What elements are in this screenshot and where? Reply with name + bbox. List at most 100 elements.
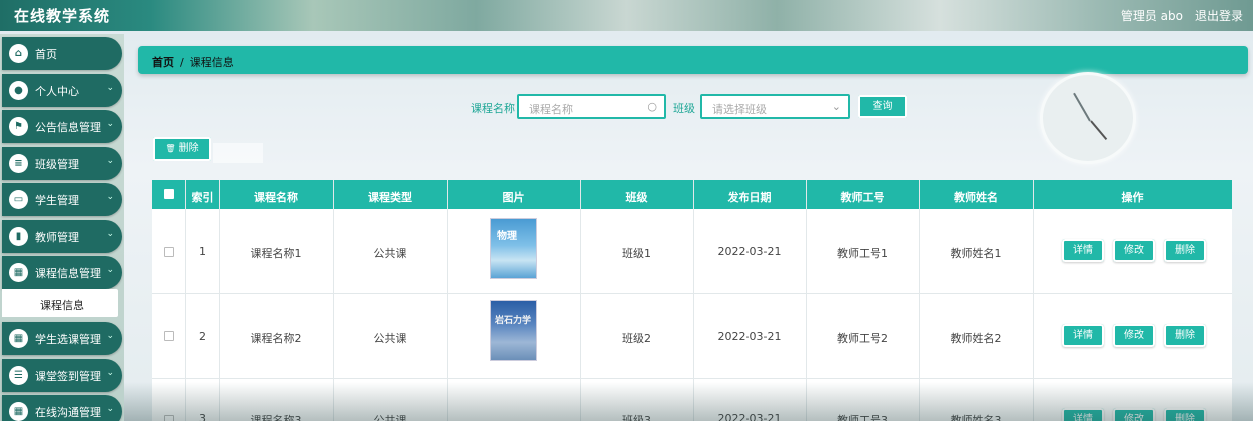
- batch-delete-button[interactable]: 🗑 删除: [153, 137, 211, 161]
- row-checkbox[interactable]: [164, 415, 174, 421]
- course-cover-image: 岩石力学: [490, 300, 537, 361]
- chevron-down-icon: ⌄: [106, 192, 114, 202]
- chevron-down-icon: ⌄: [106, 331, 114, 341]
- course-name-label: 课程名称: [471, 102, 515, 115]
- header-teacher-id: 教师工号: [840, 191, 885, 204]
- sliders-icon: ≡: [9, 154, 28, 173]
- breadcrumb-current: 课程信息: [189, 56, 234, 69]
- chevron-down-icon: ⌄: [106, 156, 114, 166]
- cell-teacher-name: 教师姓名3: [950, 414, 1002, 421]
- edit-button[interactable]: 修改: [1113, 408, 1155, 421]
- grid-icon: ▦: [9, 329, 28, 348]
- sidebar: ⌂ 首页 ● 个人中心 ⌄ ⚑ 公告信息管理 ⌄ ≡ 班级管理 ⌄ ▭ 学生管理…: [0, 34, 124, 421]
- sidebar-item-label: 在线沟通管理: [35, 406, 101, 419]
- cell-class: 班级2: [622, 332, 651, 345]
- sidebar-item-student[interactable]: ▭ 学生管理 ⌄: [2, 183, 122, 216]
- chevron-down-icon: ⌄: [106, 119, 114, 129]
- grid-icon: ▦: [9, 402, 28, 421]
- cell-index: 1: [199, 245, 206, 258]
- breadcrumb-separator: /: [180, 56, 184, 69]
- monitor-icon: ▭: [9, 190, 28, 209]
- cell-course-name: 课程名称2: [250, 332, 302, 345]
- cell-class: 班级1: [622, 247, 651, 260]
- sidebar-item-label: 首页: [35, 48, 57, 61]
- cell-course-type: 公共课: [373, 332, 407, 345]
- grid-icon: ▦: [9, 263, 28, 282]
- row-checkbox[interactable]: [164, 247, 174, 257]
- sidebar-item-home[interactable]: ⌂ 首页: [2, 37, 122, 70]
- cell-course-name: 课程名称1: [250, 247, 302, 260]
- header-index: 索引: [191, 191, 214, 204]
- cell-teacher-name: 教师姓名1: [950, 247, 1002, 260]
- course-table: 索引 课程名称 课程类型 图片 班级 发布日期 教师工号 教师姓名 操作 1 课…: [152, 180, 1232, 421]
- sidebar-item-course-selection[interactable]: ▦ 学生选课管理 ⌄: [2, 322, 122, 355]
- course-name-input[interactable]: 课程名称 ○: [517, 94, 666, 119]
- sidebar-item-label: 教师管理: [35, 231, 79, 244]
- select-all-checkbox[interactable]: [164, 189, 174, 199]
- breadcrumb-home[interactable]: 首页: [152, 56, 174, 69]
- chevron-down-icon: ⌄: [106, 265, 114, 275]
- app-title: 在线教学系统: [14, 7, 111, 25]
- current-user: 管理员 abo: [1120, 9, 1183, 23]
- sidebar-item-label: 课程信息管理: [35, 267, 101, 280]
- sidebar-subitem-course-info[interactable]: 课程信息: [2, 289, 118, 317]
- header-course-type: 课程类型: [368, 191, 412, 204]
- chevron-down-icon: ⌄: [106, 368, 114, 378]
- row-checkbox[interactable]: [164, 331, 174, 341]
- edit-button[interactable]: 修改: [1113, 239, 1155, 262]
- sidebar-item-label: 班级管理: [35, 158, 79, 171]
- cell-course-type: 公共课: [373, 247, 407, 260]
- cell-publish-date: 2022-03-21: [717, 412, 782, 421]
- sidebar-item-attendance[interactable]: ☰ 课堂签到管理 ⌄: [2, 359, 122, 392]
- chevron-down-icon: ⌄: [106, 83, 114, 93]
- sidebar-item-personal-center[interactable]: ● 个人中心 ⌄: [2, 74, 122, 107]
- delete-button[interactable]: 删除: [1164, 408, 1206, 421]
- detail-button[interactable]: 详情: [1062, 239, 1104, 262]
- cell-publish-date: 2022-03-21: [717, 245, 782, 258]
- header-publish-date: 发布日期: [727, 191, 772, 204]
- sidebar-item-teacher[interactable]: ▮ 教师管理 ⌄: [2, 220, 122, 253]
- trash-icon: 🗑: [165, 144, 176, 153]
- header-teacher-name: 教师姓名: [954, 191, 998, 204]
- delete-button[interactable]: 删除: [1164, 239, 1206, 262]
- query-button[interactable]: 查询: [858, 95, 907, 118]
- sidebar-item-communication[interactable]: ▦ 在线沟通管理 ⌄: [2, 395, 122, 421]
- cell-course-type: 公共课: [373, 414, 407, 421]
- detail-button[interactable]: 详情: [1062, 324, 1104, 347]
- chevron-down-icon: ⌄: [831, 100, 841, 113]
- cell-index: 2: [199, 330, 206, 343]
- course-cover-image: 物理: [490, 218, 537, 279]
- user-icon: ●: [9, 81, 28, 100]
- sidebar-item-label: 学生管理: [35, 194, 79, 207]
- sidebar-item-class[interactable]: ≡ 班级管理 ⌄: [2, 147, 122, 180]
- sidebar-subitem-label: 课程信息: [40, 299, 84, 312]
- edit-button[interactable]: 修改: [1113, 324, 1155, 347]
- sidebar-item-label: 课堂签到管理: [35, 370, 101, 383]
- class-select[interactable]: 请选择班级 ⌄: [700, 94, 850, 119]
- class-label: 班级: [673, 102, 695, 115]
- detail-button[interactable]: 详情: [1062, 408, 1104, 421]
- header-course-name: 课程名称: [254, 191, 298, 204]
- top-bar: 在线教学系统 管理员 abo 退出登录: [0, 0, 1253, 31]
- sidebar-item-label: 学生选课管理: [35, 333, 101, 346]
- delete-button[interactable]: 删除: [1164, 324, 1206, 347]
- sidebar-item-label: 公告信息管理: [35, 121, 101, 134]
- cell-teacher-id: 教师工号2: [837, 332, 888, 345]
- sidebar-item-course[interactable]: ▦ 课程信息管理 ⌄: [2, 256, 122, 289]
- cell-class: 班级3: [622, 414, 651, 421]
- list-icon: ☰: [9, 366, 28, 385]
- cell-publish-date: 2022-03-21: [717, 330, 782, 343]
- logout-link[interactable]: 退出登录: [1195, 7, 1243, 24]
- cell-teacher-id: 教师工号1: [837, 247, 888, 260]
- sidebar-item-notice[interactable]: ⚑ 公告信息管理 ⌄: [2, 110, 122, 143]
- clock-decoration: [1040, 72, 1136, 164]
- cell-teacher-name: 教师姓名2: [950, 332, 1002, 345]
- chevron-down-icon: ⌄: [106, 404, 114, 414]
- header-class: 班级: [625, 191, 648, 204]
- sidebar-item-label: 个人中心: [35, 85, 79, 98]
- cell-course-name: 课程名称3: [250, 414, 302, 421]
- cell-index: 3: [199, 412, 206, 421]
- cell-teacher-id: 教师工号3: [837, 414, 888, 421]
- chevron-down-icon: ⌄: [106, 229, 114, 239]
- home-icon: ⌂: [9, 44, 28, 63]
